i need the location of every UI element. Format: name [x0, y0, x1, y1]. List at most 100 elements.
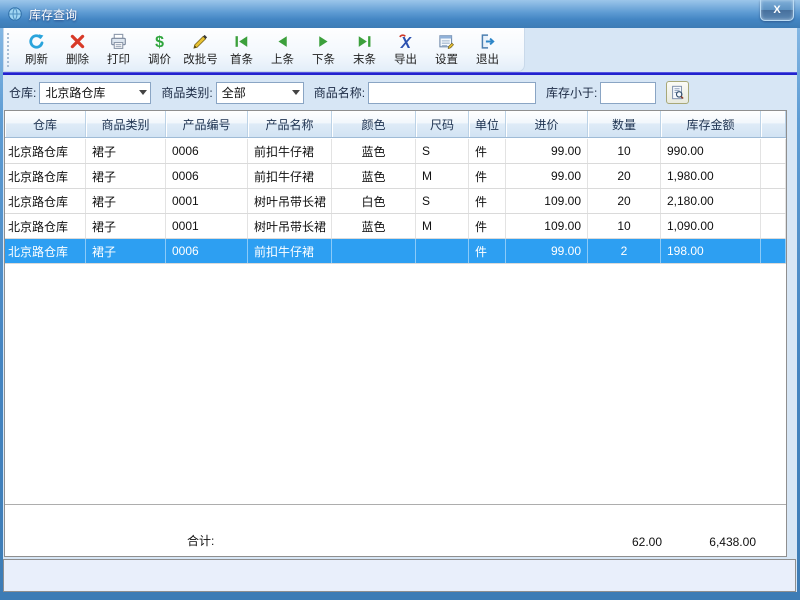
cell-filler	[761, 164, 786, 188]
toolbar-button-label: 调价	[148, 51, 171, 67]
grid-footer: 合计: 62.00 6,438.00	[5, 504, 786, 556]
cell-filler	[761, 239, 786, 263]
toolbar-button-batch[interactable]: 改批号	[180, 30, 221, 70]
column-header-7[interactable]: 进价	[506, 111, 588, 137]
toolbar-button-settings[interactable]: 设置	[426, 30, 467, 70]
toolbar-button-delete[interactable]: 删除	[57, 30, 98, 70]
warehouse-value: 北京路仓库	[45, 84, 105, 101]
cell-库存金额: 198.00	[661, 239, 761, 263]
toolbar-button-first-record[interactable]: 首条	[221, 30, 262, 70]
grid-body: 北京路仓库裙子0006前扣牛仔裙蓝色S件99.0010990.00北京路仓库裙子…	[5, 139, 786, 503]
cell-数量: 2	[588, 239, 661, 263]
table-row[interactable]: 北京路仓库裙子0006前扣牛仔裙蓝色S件99.0010990.00	[5, 139, 786, 164]
total-label: 合计:	[187, 532, 214, 549]
chevron-down-icon	[139, 90, 147, 95]
search-button[interactable]	[666, 81, 689, 104]
toolbar-button-label: 改批号	[183, 51, 218, 67]
cell-仓库: 北京路仓库	[5, 214, 86, 238]
cell-产品名称: 树叶吊带长裙	[248, 189, 332, 213]
column-header-4[interactable]: 颜色	[332, 111, 416, 137]
stock-less-input[interactable]	[600, 82, 656, 104]
cell-进价: 99.00	[506, 239, 588, 263]
grid-header-row: 仓库商品类别产品编号产品名称颜色尺码单位进价数量库存金额	[5, 111, 786, 138]
product-name-input[interactable]	[368, 82, 536, 104]
toolbar-button-next-record[interactable]: 下条	[303, 30, 344, 70]
filter-bar: 仓库: 北京路仓库 商品类别: 全部 商品名称: 库存小于:	[3, 75, 797, 110]
column-header-10[interactable]	[761, 111, 786, 137]
cell-颜色	[332, 239, 416, 263]
cell-单位: 件	[469, 214, 506, 238]
toolbar-button-label: 退出	[476, 51, 499, 67]
toolbar-button-exit[interactable]: 退出	[467, 30, 508, 70]
table-row[interactable]: 北京路仓库裙子0006前扣牛仔裙蓝色M件99.00201,980.00	[5, 164, 786, 189]
column-header-8[interactable]: 数量	[588, 111, 661, 137]
toolbar-button-print[interactable]: 打印	[98, 30, 139, 70]
column-header-3[interactable]: 产品名称	[248, 111, 332, 137]
last-record-icon	[356, 33, 373, 50]
cell-进价: 109.00	[506, 189, 588, 213]
toolbar-button-export[interactable]: X导出	[385, 30, 426, 70]
cell-数量: 20	[588, 164, 661, 188]
toolbar-button-label: 设置	[435, 51, 458, 67]
cell-尺码: M	[416, 164, 469, 188]
stock-less-label: 库存小于:	[546, 84, 597, 101]
cell-进价: 109.00	[506, 214, 588, 238]
column-header-0[interactable]: 仓库	[5, 111, 86, 137]
settings-icon	[438, 33, 455, 50]
toolbar-button-label: 删除	[66, 51, 89, 67]
app-icon	[7, 6, 23, 22]
cell-进价: 99.00	[506, 164, 588, 188]
cell-库存金额: 2,180.00	[661, 189, 761, 213]
warehouse-select[interactable]: 北京路仓库	[39, 82, 151, 104]
svg-text:X: X	[400, 34, 413, 49]
app-window: 库存查询 X 刷新 删除 打印 $调价改批号首条上条下条末条X导出设置 退出 仓库: 北…	[0, 0, 800, 600]
cell-库存金额: 1,090.00	[661, 214, 761, 238]
table-row[interactable]: 北京路仓库裙子0001树叶吊带长裙白色S件109.00202,180.00	[5, 189, 786, 214]
toolbar-button-last-record[interactable]: 末条	[344, 30, 385, 70]
table-row[interactable]: 北京路仓库裙子0001树叶吊带长裙蓝色M件109.00101,090.00	[5, 214, 786, 239]
cell-产品编号: 0006	[166, 164, 248, 188]
column-header-2[interactable]: 产品编号	[166, 111, 248, 137]
cell-商品类别: 裙子	[86, 139, 166, 163]
toolbar-button-label: 打印	[107, 51, 130, 67]
cell-尺码: S	[416, 139, 469, 163]
table-row[interactable]: 北京路仓库裙子0006前扣牛仔裙件99.002198.00	[5, 239, 786, 264]
toolbar-button-prev-record[interactable]: 上条	[262, 30, 303, 70]
titlebar: 库存查询 X	[0, 0, 800, 28]
cell-数量: 20	[588, 189, 661, 213]
prev-record-icon	[274, 33, 291, 50]
total-amount: 6,438.00	[664, 535, 756, 549]
window-title: 库存查询	[29, 6, 77, 23]
toolbar-button-label: 下条	[312, 51, 335, 67]
toolbar-button-refresh[interactable]: 刷新	[16, 30, 57, 70]
cell-仓库: 北京路仓库	[5, 189, 86, 213]
toolbar-button-price[interactable]: $调价	[139, 30, 180, 70]
column-header-6[interactable]: 单位	[469, 111, 506, 137]
cell-仓库: 北京路仓库	[5, 139, 86, 163]
category-label: 商品类别:	[161, 84, 212, 101]
cell-单位: 件	[469, 189, 506, 213]
cell-库存金额: 1,980.00	[661, 164, 761, 188]
toolbar: 刷新 删除 打印 $调价改批号首条上条下条末条X导出设置 退出	[3, 28, 525, 72]
cell-产品名称: 树叶吊带长裙	[248, 214, 332, 238]
cell-产品编号: 0001	[166, 189, 248, 213]
column-header-1[interactable]: 商品类别	[86, 111, 166, 137]
column-header-5[interactable]: 尺码	[416, 111, 469, 137]
batch-icon	[192, 33, 209, 50]
cell-尺码	[416, 239, 469, 263]
cell-单位: 件	[469, 239, 506, 263]
toolbar-button-label: 刷新	[25, 51, 48, 67]
column-header-9[interactable]: 库存金额	[661, 111, 761, 137]
cell-数量: 10	[588, 214, 661, 238]
category-select[interactable]: 全部	[216, 82, 304, 104]
cell-filler	[761, 189, 786, 213]
close-button[interactable]: X	[760, 0, 794, 21]
first-record-icon	[233, 33, 250, 50]
toolbar-button-label: 首条	[230, 51, 253, 67]
export-icon: X	[397, 33, 414, 50]
price-icon: $	[151, 33, 168, 50]
cell-filler	[761, 214, 786, 238]
cell-产品名称: 前扣牛仔裙	[248, 164, 332, 188]
toolbar-grip[interactable]	[7, 33, 11, 67]
category-value: 全部	[222, 84, 246, 101]
